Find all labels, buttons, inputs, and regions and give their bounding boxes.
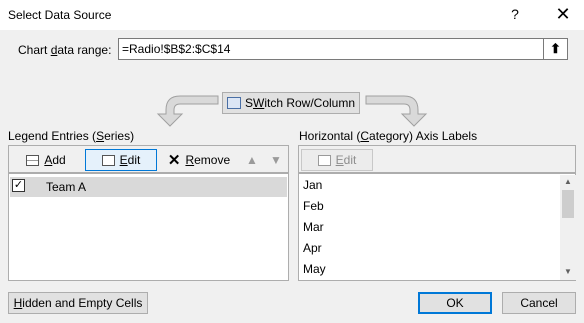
label-accel: E	[119, 153, 128, 167]
vertical-scrollbar[interactable]: ▲ ▼	[560, 175, 576, 280]
move-up-button[interactable]: ▲	[241, 149, 263, 171]
label-part: dd	[52, 153, 66, 167]
label-part: emove	[194, 153, 231, 167]
right-curved-arrow-icon	[365, 95, 428, 127]
label-part: eries)	[104, 129, 135, 143]
list-item: Jan	[303, 178, 323, 192]
label-part: dit	[343, 153, 357, 167]
ok-button[interactable]: OK	[418, 292, 492, 314]
series-label: Team A	[46, 180, 87, 194]
label-accel: C	[360, 129, 370, 143]
label-accel: H	[13, 296, 23, 310]
list-item[interactable]: ✓ Team A	[10, 177, 287, 197]
collapse-dialog-icon[interactable]: ⬆	[544, 38, 568, 60]
chart-data-range-input[interactable]: =Radio!$B$2:$C$14	[118, 38, 544, 60]
window-title: Select Data Source	[8, 8, 112, 22]
scroll-up-icon[interactable]: ▲	[560, 175, 576, 189]
chart-data-range-label: Chart data range:	[18, 43, 111, 57]
help-button[interactable]: ?	[508, 6, 522, 24]
add-series-button[interactable]: Add	[11, 149, 81, 171]
edit-axis-labels-button[interactable]: Edit	[301, 149, 373, 171]
label-part: ategory) Axis Labels	[369, 129, 478, 143]
switch-row-column-button[interactable]: SWitch Row/Column	[222, 92, 360, 114]
remove-icon: ✕	[167, 152, 181, 169]
label-part: itch Row/Column	[264, 96, 356, 110]
range-value: =Radio!$B$2:$C$14	[122, 42, 231, 56]
label-part: ata range:	[57, 43, 112, 57]
series-checkbox[interactable]: ✓	[12, 179, 25, 192]
list-item: Mar	[303, 220, 324, 234]
move-down-button[interactable]: ▼	[265, 149, 287, 171]
label-part: Horizontal (	[299, 129, 361, 143]
cancel-button[interactable]: Cancel	[502, 292, 576, 314]
hidden-empty-cells-button[interactable]: Hidden and Empty Cells	[8, 292, 148, 314]
label-accel: R	[185, 153, 195, 167]
label-part: Chart	[18, 43, 51, 57]
left-curved-arrow-icon	[156, 95, 219, 127]
axis-labels-list[interactable]: Jan Feb Mar Apr May ▲ ▼	[298, 173, 576, 281]
label-part: Legend Entries (	[8, 129, 97, 143]
close-button[interactable]: ✕	[553, 4, 573, 24]
series-list[interactable]: ✓ Team A	[8, 173, 289, 281]
label-part: idden and Empty Cells	[22, 296, 143, 310]
add-icon	[26, 155, 40, 166]
scroll-thumb[interactable]	[562, 190, 574, 218]
switch-icon	[226, 97, 241, 109]
edit-icon	[317, 155, 331, 166]
label-accel: S	[96, 129, 105, 143]
list-item: Feb	[303, 199, 324, 213]
edit-series-button[interactable]: Edit	[85, 149, 157, 171]
list-item: Apr	[303, 241, 322, 255]
axis-labels-title: Horizontal (Category) Axis Labels	[299, 129, 477, 143]
scroll-down-icon[interactable]: ▼	[560, 265, 576, 279]
edit-icon	[101, 155, 115, 166]
label-accel: W	[252, 96, 265, 110]
label-accel: E	[335, 153, 344, 167]
label-part: S	[244, 96, 253, 110]
list-item: May	[303, 262, 326, 276]
legend-toolbar: Add Edit ✕ Remove ▲ ▼	[8, 145, 289, 173]
remove-series-button[interactable]: ✕ Remove	[161, 149, 237, 171]
axis-toolbar: Edit	[298, 145, 576, 173]
label-part: dit	[127, 153, 141, 167]
legend-entries-title: Legend Entries (Series)	[8, 129, 134, 143]
